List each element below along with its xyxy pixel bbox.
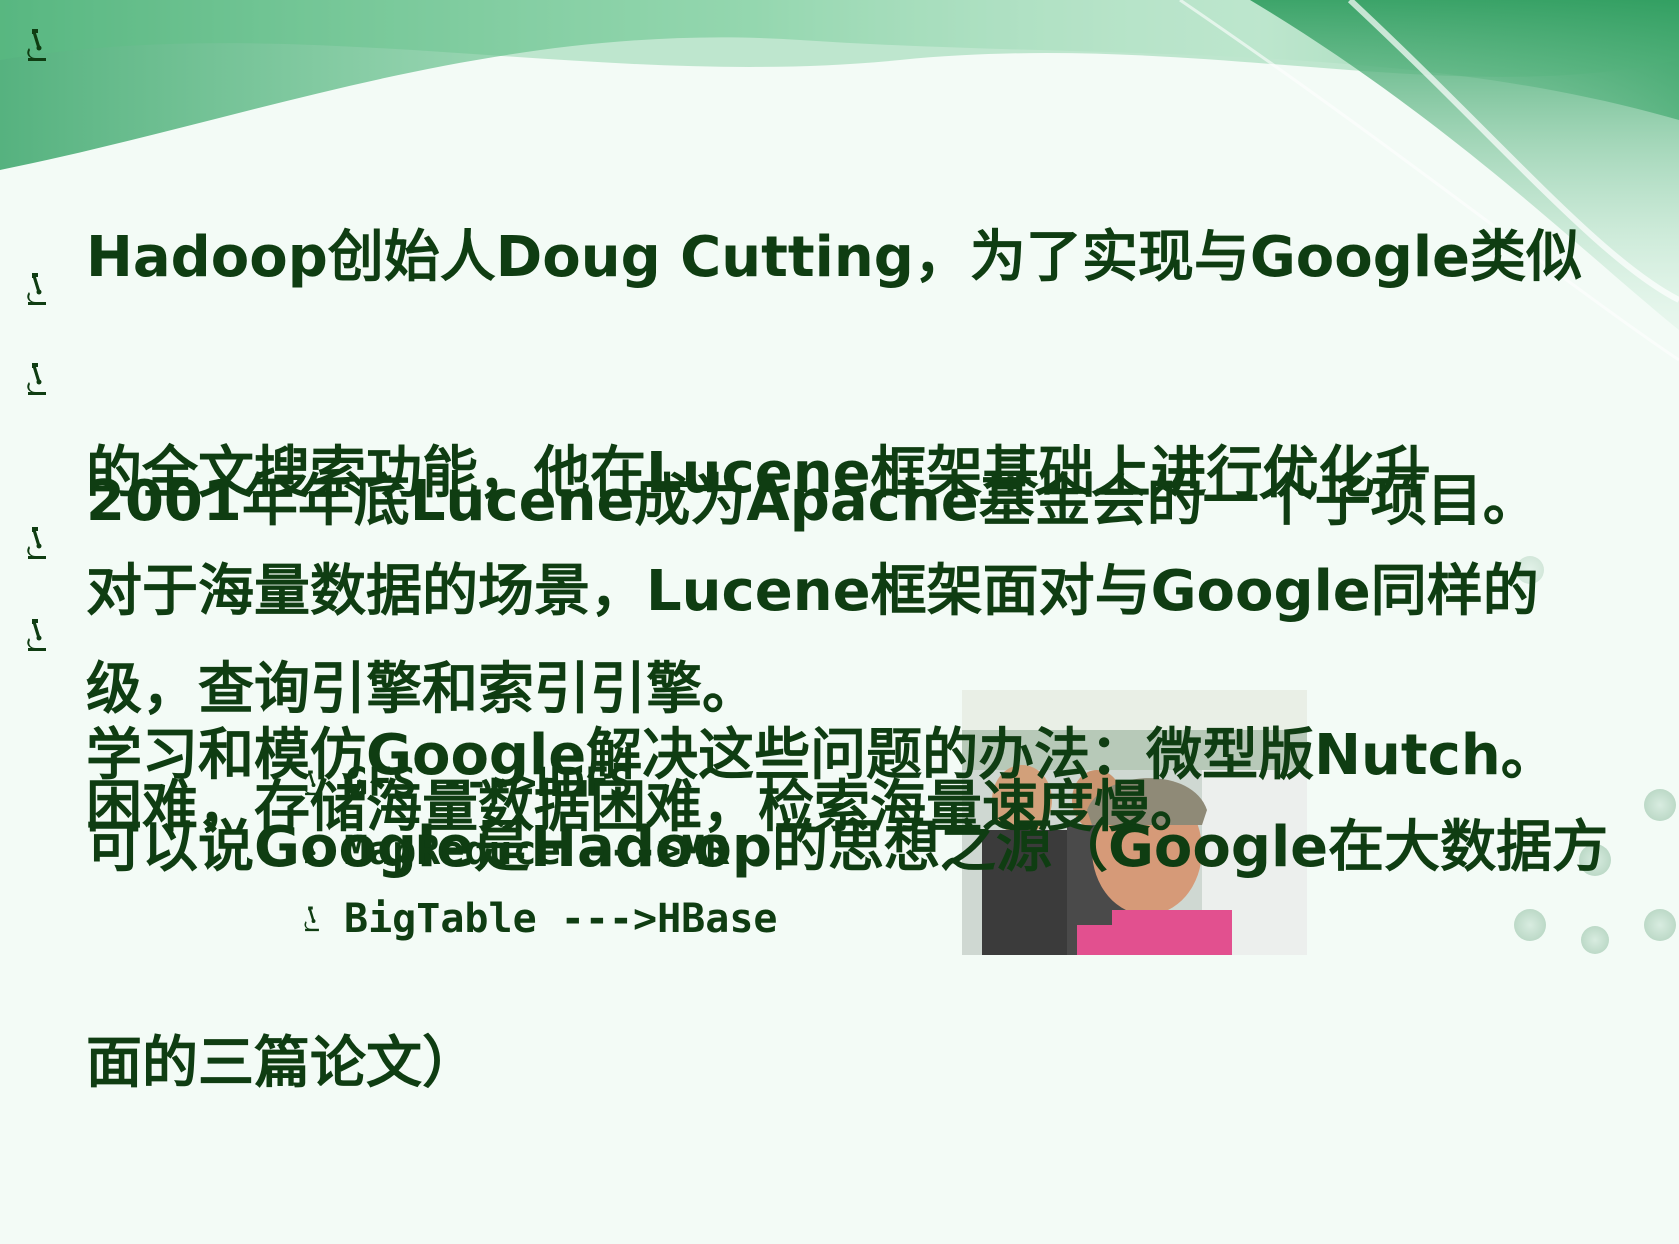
sub-bullet-2: MapReduce --->MR xyxy=(304,826,730,876)
sub-bullet-1-text: GFS --->HDFS xyxy=(344,760,633,806)
microscope-icon xyxy=(27,363,46,395)
microscope-icon xyxy=(304,838,319,864)
microscope-icon xyxy=(304,906,319,932)
microscope-icon xyxy=(27,619,46,651)
bullet-5-line-2: 面的三篇论文） xyxy=(86,1031,478,1096)
sub-bullet-3: BigTable --->HBase xyxy=(304,894,778,944)
microscope-icon xyxy=(27,29,46,61)
sub-bullet-2-text: MapReduce --->MR xyxy=(344,828,730,874)
bullet-5-line-1: 可以说Google是Hadoop的思想之源（Google在大数据方 xyxy=(86,815,1609,880)
microscope-icon xyxy=(304,770,319,796)
bullet-5: 可以说Google是Hadoop的思想之源（Google在大数据方 面的三篇论文… xyxy=(27,596,1672,1244)
sub-bullet-3-text: BigTable --->HBase xyxy=(344,896,778,942)
microscope-icon xyxy=(27,273,46,305)
slide-content: Hadoop创始人Doug Cutting，为了实现与Google类似 的全文搜… xyxy=(0,0,1679,1096)
microscope-icon xyxy=(27,527,46,559)
sub-bullet-1: GFS --->HDFS xyxy=(304,758,633,808)
